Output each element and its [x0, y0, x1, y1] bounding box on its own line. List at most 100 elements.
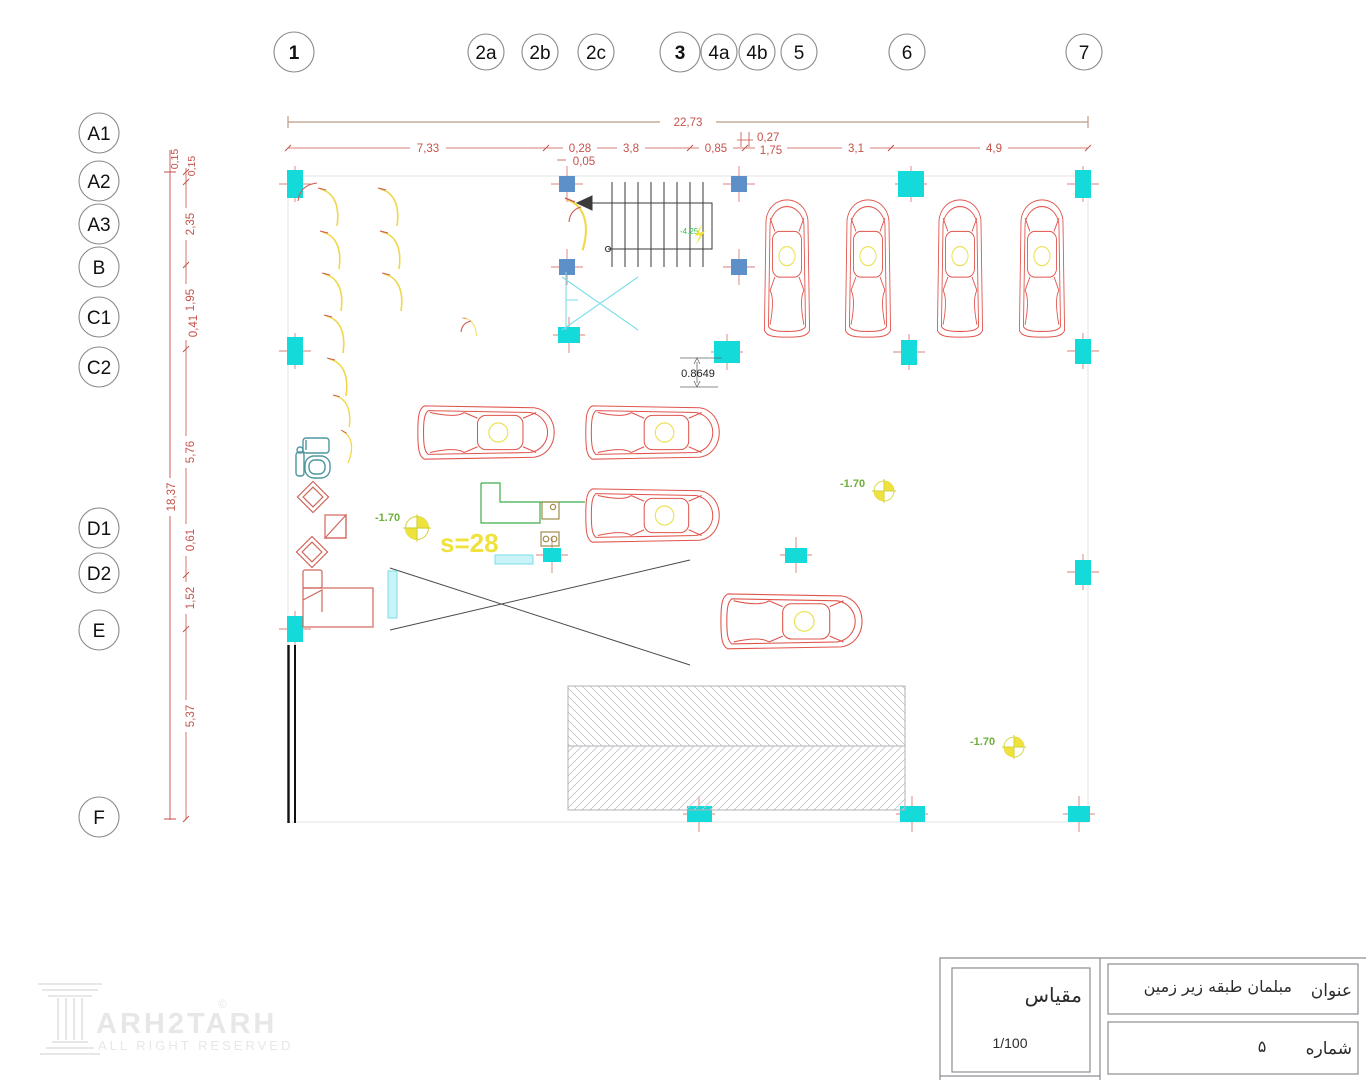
level-target-icon	[403, 514, 431, 542]
car-shape	[721, 594, 862, 649]
door-arc-icon	[378, 188, 398, 226]
dim-seg: 0,61	[185, 529, 197, 551]
grid-label-a2: A2	[87, 172, 110, 193]
grid-label-a1: A1	[87, 124, 110, 145]
column-marker	[559, 259, 575, 275]
dim-seg: 5,76	[185, 441, 197, 463]
column-marker	[287, 170, 303, 198]
grid-label-3: 3	[675, 43, 686, 64]
cad-floor-plan-page: 1 2a 2b 2c 3 4a 4b 5 6 7 A1 A2 A3 B C1 C…	[0, 0, 1366, 1080]
area-label: s=28	[440, 528, 499, 558]
dim-seg: 3,1	[848, 143, 864, 155]
grid-label-2b: 2b	[529, 43, 550, 64]
column-marker	[287, 616, 303, 642]
watermark-brand: ARH2TARH	[96, 1008, 277, 1040]
column-marker	[1075, 170, 1091, 198]
dim-seg: 5,37	[185, 705, 197, 727]
dim-total-height: 18,37	[166, 483, 178, 512]
grid-label-7: 7	[1079, 43, 1090, 64]
car-shape	[1019, 200, 1064, 337]
door-arc-icon	[462, 316, 477, 339]
level-label: -1.70	[970, 736, 995, 748]
car-shape	[586, 489, 719, 542]
dim-seg: 1,52	[185, 587, 197, 609]
grid-label-a3: A3	[87, 215, 110, 236]
grid-label-2a: 2a	[475, 43, 497, 64]
dim-seg: 0,15	[186, 156, 198, 177]
sheet-number-value: ۵	[1258, 1037, 1267, 1056]
column-marker	[785, 548, 807, 563]
drawing-canvas: 1 2a 2b 2c 3 4a 4b 5 6 7 A1 A2 A3 B C1 C…	[0, 0, 1366, 1080]
grid-label-6: 6	[902, 43, 913, 64]
dim-seg: 1,95	[185, 289, 197, 311]
dim-seg: 0,27	[757, 132, 779, 144]
dim-seg: 2,35	[185, 213, 197, 235]
door-swing-arcs	[298, 183, 590, 463]
column-marker	[731, 176, 747, 192]
column-marker	[901, 340, 917, 365]
column-marker	[1075, 560, 1091, 585]
door-arc-icon	[320, 231, 340, 269]
drawing-title-value: مبلمان طبقه زير زمين	[1144, 977, 1292, 997]
column-marker	[1075, 339, 1091, 364]
pillar-logo-icon	[38, 984, 102, 1054]
grid-label-d2: D2	[87, 564, 111, 585]
door-arc-icon	[322, 273, 342, 311]
car-shape	[586, 406, 719, 459]
car-shape	[418, 406, 554, 459]
door-arc-icon	[380, 231, 400, 269]
column-marker	[714, 341, 740, 363]
grid-axis-top: 1 2a 2b 2c 3 4a 4b 5 6 7	[274, 32, 1102, 72]
column-marker	[898, 171, 924, 197]
watermark-copyright: ©	[218, 997, 227, 1011]
ramp-hatched-area	[568, 686, 905, 810]
level-label: -1.70	[375, 512, 400, 524]
grid-axis-left: A1 A2 A3 B C1 C2 D1 D2 E F	[79, 113, 119, 837]
grid-label-d1: D1	[87, 519, 111, 540]
cyan-construction-lines	[562, 272, 638, 330]
door-arc-icon	[318, 188, 338, 226]
dimension-left: 18,37 0,15 0,15 2,35 1,95 0,41 5,76 0,61…	[164, 149, 200, 822]
level-label: -1.70	[840, 478, 865, 490]
drawing-title-label: عنوان	[1311, 981, 1352, 1001]
grid-label-b: B	[93, 258, 106, 279]
dim-seg: 7,33	[417, 143, 439, 155]
grid-label-c1: C1	[87, 308, 111, 329]
grid-label-4a: 4a	[708, 43, 730, 64]
door-arc-icon	[333, 395, 350, 427]
wall-double-line	[289, 645, 296, 823]
sheet-number-label: شماره	[1306, 1039, 1352, 1059]
car-shape	[845, 200, 890, 337]
column-marker	[731, 259, 747, 275]
level-target-icon	[872, 479, 896, 503]
door-arc-icon	[333, 430, 356, 463]
column-marker	[559, 176, 575, 192]
seating-group	[296, 481, 346, 567]
dim-total-width: 22,73	[674, 117, 703, 129]
door-arc-icon	[382, 273, 402, 311]
grid-label-2c: 2c	[586, 43, 606, 64]
watermark-tagline: ALL RIGHT RESERVED	[98, 1038, 293, 1053]
scale-value: 1/100	[992, 1035, 1027, 1051]
scale-label: مقياس	[1025, 983, 1082, 1007]
car-shape	[764, 200, 809, 337]
toilet-fixtures	[296, 438, 330, 478]
dim-seg: 0,85	[705, 143, 727, 155]
dim-seg: 0,28	[569, 143, 591, 155]
dim-seg: 3,8	[623, 143, 639, 155]
grid-label-c2: C2	[87, 358, 111, 379]
grid-label-e: E	[93, 621, 106, 642]
car-shape	[937, 200, 982, 337]
kitchen-counter	[481, 483, 585, 523]
column-marker	[1068, 806, 1090, 822]
staircase: -4.25	[577, 182, 712, 267]
grid-label-f: F	[93, 808, 105, 829]
column-marker	[543, 548, 561, 562]
cyan-panels	[388, 555, 533, 618]
grid-label-5: 5	[794, 43, 805, 64]
dim-seg: 0,15	[169, 149, 181, 170]
void-cross-lines	[390, 560, 690, 665]
title-block: مقياس 1/100 عنوان مبلمان طبقه زير زمين ش…	[940, 958, 1366, 1080]
dim-seg: 4,9	[986, 143, 1002, 155]
dim-seg: 0,41	[188, 315, 200, 337]
